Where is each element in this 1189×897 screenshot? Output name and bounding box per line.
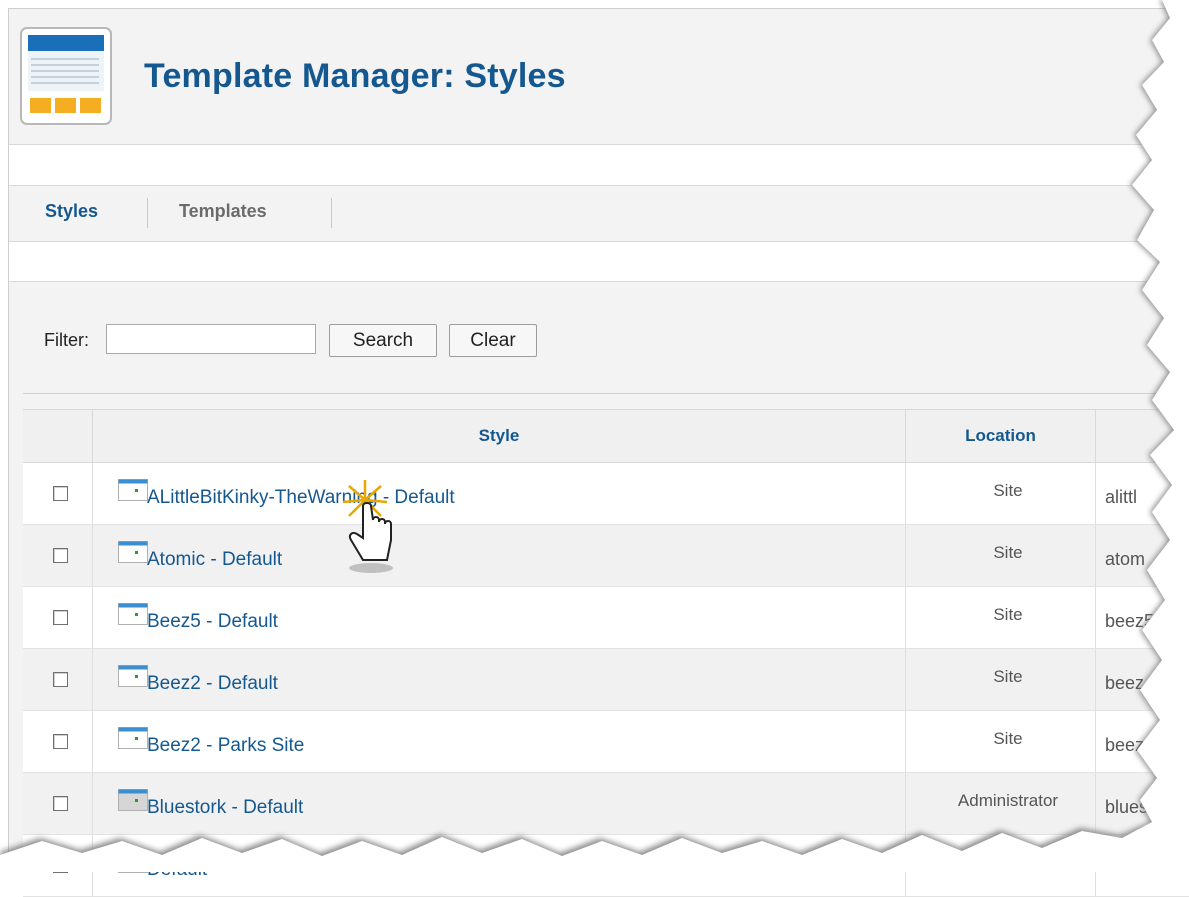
table-row: Beez2 - Parks Site Site beez [23, 711, 1189, 773]
row-checkbox[interactable] [53, 734, 68, 749]
style-name-link[interactable]: Beez2 - Default [147, 673, 278, 695]
column-divider [1095, 587, 1096, 648]
column-divider [1095, 711, 1096, 772]
location-cell: Site [993, 481, 1023, 500]
column-divider [92, 835, 93, 896]
filter-input[interactable] [106, 324, 316, 354]
template-cell: blues [1105, 797, 1149, 817]
template-thumbnail-icon [118, 789, 148, 811]
clear-button[interactable]: Clear [449, 324, 537, 357]
column-divider [92, 463, 93, 524]
row-checkbox[interactable] [53, 796, 68, 811]
table-body: ALittleBitKinky-TheWarning - Default Site… [23, 463, 1189, 897]
location-cell: Site [993, 667, 1023, 686]
row-checkbox[interactable] [53, 548, 68, 563]
header-spacer [9, 145, 1189, 186]
column-divider [905, 587, 906, 648]
tab-bar: Styles Templates [9, 186, 1189, 242]
row-checkbox[interactable] [53, 672, 68, 687]
style-name-link[interactable]: Beez5 - Default [147, 611, 278, 633]
template-cell: atom [1105, 549, 1146, 569]
template-cell: alittl [1105, 487, 1138, 507]
column-divider [905, 463, 906, 524]
template-manager-panel: Template Manager: Styles Styles Template… [8, 8, 1189, 897]
template-cell: beez [1105, 735, 1145, 755]
filter-bar: Filter: Search Clear [9, 282, 1189, 392]
template-manager-icon [20, 27, 112, 125]
table-row: Beez2 - Default Site beez [23, 649, 1189, 711]
style-name-link[interactable]: Bluestork - Default [147, 797, 303, 819]
column-divider [92, 587, 93, 648]
location-cell: Site [993, 729, 1023, 748]
location-cell: Administrator [957, 791, 1059, 810]
template-column-header[interactable] [1095, 410, 1189, 462]
row-checkbox[interactable] [53, 486, 68, 501]
template-thumbnail-icon [118, 851, 148, 873]
location-cell: Site [993, 605, 1023, 624]
hand-cursor-icon [342, 480, 393, 573]
column-divider [905, 711, 906, 772]
column-divider [1095, 835, 1096, 896]
tab-separator [331, 198, 332, 228]
tab-templates[interactable]: Templates [179, 201, 267, 222]
tab-styles[interactable]: Styles [45, 201, 98, 222]
template-cell: beez5 [1105, 611, 1155, 631]
style-column-header[interactable]: Style [92, 410, 905, 462]
select-all-header [23, 410, 93, 462]
column-divider [92, 525, 93, 586]
style-name-link[interactable]: Atomic - Default [147, 549, 282, 571]
column-divider [905, 773, 906, 834]
location-column-header[interactable]: Location [905, 410, 1095, 462]
column-divider [905, 525, 906, 586]
column-divider [92, 773, 93, 834]
column-divider [1095, 525, 1096, 586]
page-header: Template Manager: Styles [9, 9, 1189, 145]
column-divider [905, 835, 906, 896]
template-thumbnail-icon [118, 541, 148, 563]
column-divider [1095, 773, 1096, 834]
table-row: Atomic - Default Site atom [23, 525, 1189, 587]
style-name-link[interactable]: Default [147, 859, 207, 881]
column-divider [92, 649, 93, 710]
template-cell: beez [1105, 673, 1145, 693]
column-divider [1095, 463, 1096, 524]
table-row: Default Administrator [23, 835, 1189, 897]
page-title: Template Manager: Styles [144, 57, 566, 95]
column-divider [905, 649, 906, 710]
table-header: Style Location [23, 409, 1189, 463]
tab-separator [147, 198, 148, 228]
styles-table: Style Location ALittleBitKinky-TheWarnin… [23, 409, 1189, 897]
template-thumbnail-icon [118, 603, 148, 625]
location-cell: Administrator [957, 853, 1059, 872]
column-divider [1095, 649, 1096, 710]
table-row: ALittleBitKinky-TheWarning - Default Site… [23, 463, 1189, 525]
template-thumbnail-icon [118, 479, 148, 501]
template-thumbnail-icon [118, 665, 148, 687]
search-button[interactable]: Search [329, 324, 437, 357]
table-row: Bluestork - Default Administrator blues [23, 773, 1189, 835]
template-thumbnail-icon [118, 727, 148, 749]
style-name-link[interactable]: Beez2 - Parks Site [147, 735, 304, 757]
filter-divider [23, 393, 1183, 394]
tabs-spacer [9, 242, 1189, 282]
location-cell: Site [993, 543, 1023, 562]
filter-label: Filter: [44, 330, 89, 350]
row-checkbox[interactable] [53, 858, 68, 873]
table-row: Beez5 - Default Site beez5 [23, 587, 1189, 649]
column-divider [92, 711, 93, 772]
style-name-link[interactable]: ALittleBitKinky-TheWarning - Default [147, 487, 455, 509]
row-checkbox[interactable] [53, 610, 68, 625]
